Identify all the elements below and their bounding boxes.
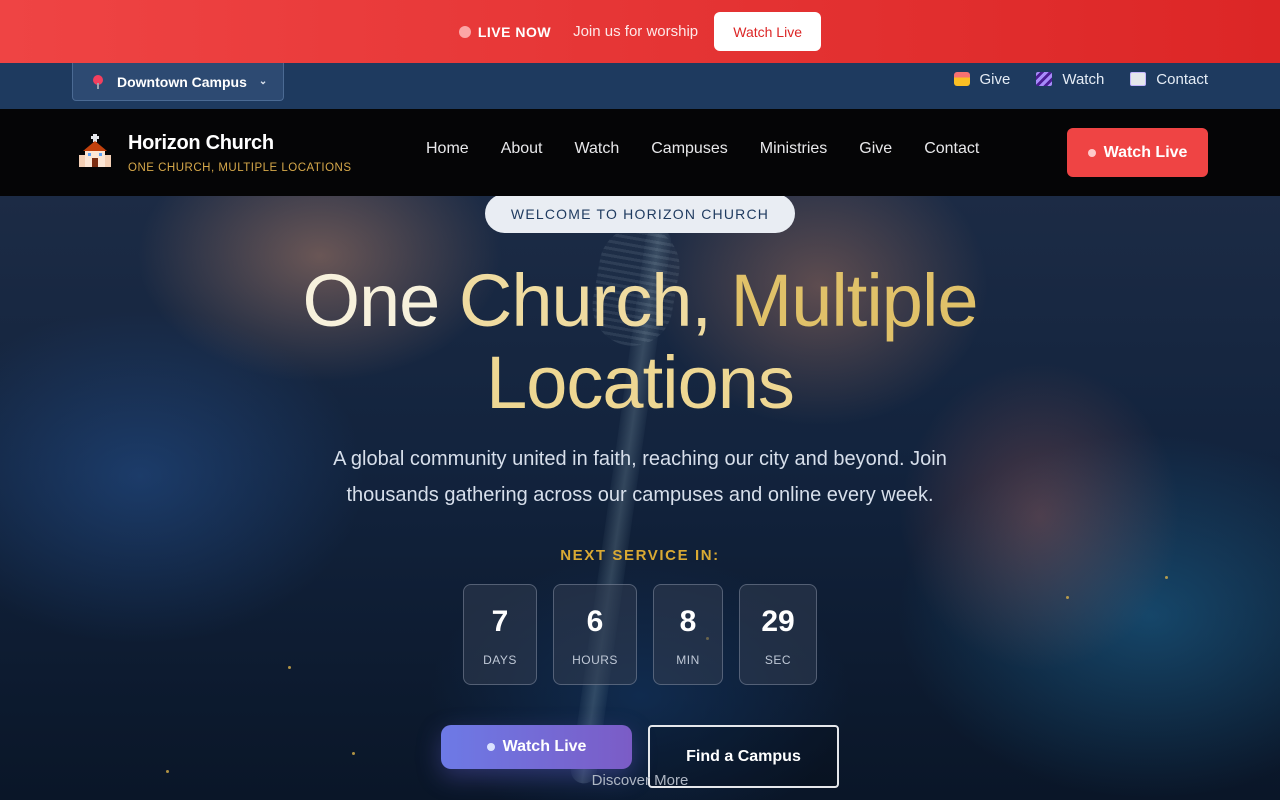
countdown-unit: HOURS xyxy=(572,653,618,667)
utility-link-label: Contact xyxy=(1156,70,1208,88)
nav-watch-live-label: Watch Live xyxy=(1103,143,1188,161)
hero-title-word: Locations xyxy=(486,341,795,424)
utility-link-label: Give xyxy=(979,70,1011,88)
live-now-label: LIVE NOW xyxy=(477,23,552,40)
hero-watch-live-label: Watch Live xyxy=(502,738,587,755)
nav-link-ministries[interactable]: Ministries xyxy=(760,140,828,158)
nav-link-contact[interactable]: Contact xyxy=(924,140,979,158)
nav-watch-live-button[interactable]: Watch Live xyxy=(1067,128,1208,177)
sparkle xyxy=(1066,596,1069,599)
hero-watch-live-button[interactable]: Watch Live xyxy=(441,725,632,769)
sparkle xyxy=(288,666,291,669)
discover-more-link[interactable]: Discover More xyxy=(0,772,1280,789)
hero-title-word: One xyxy=(302,259,440,342)
countdown-unit: DAYS xyxy=(483,653,517,667)
utility-links: Give Watch Contact xyxy=(953,63,1208,95)
campus-selector-label: Downtown Campus xyxy=(117,73,247,90)
nav-link-home[interactable]: Home xyxy=(426,140,469,158)
live-indicator-dot xyxy=(1087,148,1096,157)
hero-title-word: Multiple xyxy=(730,259,979,342)
nav-link-give[interactable]: Give xyxy=(859,140,892,158)
brand-name[interactable]: Horizon Church xyxy=(128,132,274,155)
countdown-seconds: 29 SEC xyxy=(739,584,817,685)
church-icon[interactable] xyxy=(78,133,112,169)
utility-link-label: Watch xyxy=(1062,70,1105,88)
next-service-label: NEXT SERVICE IN: xyxy=(560,547,720,564)
brand-tagline: ONE CHURCH, MULTIPLE LOCATIONS xyxy=(128,162,352,174)
countdown-days: 7 DAYS xyxy=(463,584,537,685)
countdown-value: 7 xyxy=(491,605,509,638)
countdown-value: 6 xyxy=(586,605,604,638)
nav-links: Home About Watch Campuses Ministries Giv… xyxy=(426,140,979,158)
chevron-down-icon: ⌄ xyxy=(258,76,268,87)
hero-subtitle: A global community united in faith, reac… xyxy=(333,448,947,506)
campus-selector[interactable]: Downtown Campus ⌄ xyxy=(72,63,284,101)
banner-watch-live-button[interactable]: Watch Live xyxy=(714,12,822,51)
countdown-hours: 6 HOURS xyxy=(553,584,637,685)
countdown-unit: MIN xyxy=(676,653,700,667)
gift-heart-icon xyxy=(953,72,970,86)
live-banner: LIVE NOW Join us for worship Watch Live xyxy=(0,0,1280,63)
countdown-value: 8 xyxy=(679,605,697,638)
location-pin-icon xyxy=(93,74,103,89)
nav-link-campuses[interactable]: Campuses xyxy=(651,140,727,158)
envelope-icon xyxy=(1130,72,1147,86)
countdown-timer: 7 DAYS 6 HOURS 8 MIN 29 SEC xyxy=(463,584,817,685)
nav-link-about[interactable]: About xyxy=(501,140,543,158)
utility-link-give[interactable]: Give xyxy=(953,70,1011,88)
sparkle xyxy=(1165,576,1168,579)
hero-title-word: Church, xyxy=(458,259,712,342)
countdown-minutes: 8 MIN xyxy=(653,584,723,685)
utility-link-contact[interactable]: Contact xyxy=(1130,71,1208,88)
utility-link-watch[interactable]: Watch xyxy=(1036,71,1104,88)
nav-link-watch[interactable]: Watch xyxy=(575,140,620,158)
countdown-value: 29 xyxy=(761,605,795,638)
countdown-unit: SEC xyxy=(764,653,792,667)
live-indicator-dot xyxy=(458,25,471,38)
clapperboard-icon xyxy=(1036,72,1053,86)
live-indicator-dot xyxy=(486,743,495,751)
hero-title: One Church, Multiple Locations xyxy=(0,260,1280,424)
live-banner-message: Join us for worship xyxy=(573,23,699,40)
sparkle xyxy=(352,752,355,755)
welcome-badge: WELCOME TO HORIZON CHURCH xyxy=(485,196,795,233)
hero-section: WELCOME TO HORIZON CHURCH One Church, Mu… xyxy=(0,196,1280,800)
